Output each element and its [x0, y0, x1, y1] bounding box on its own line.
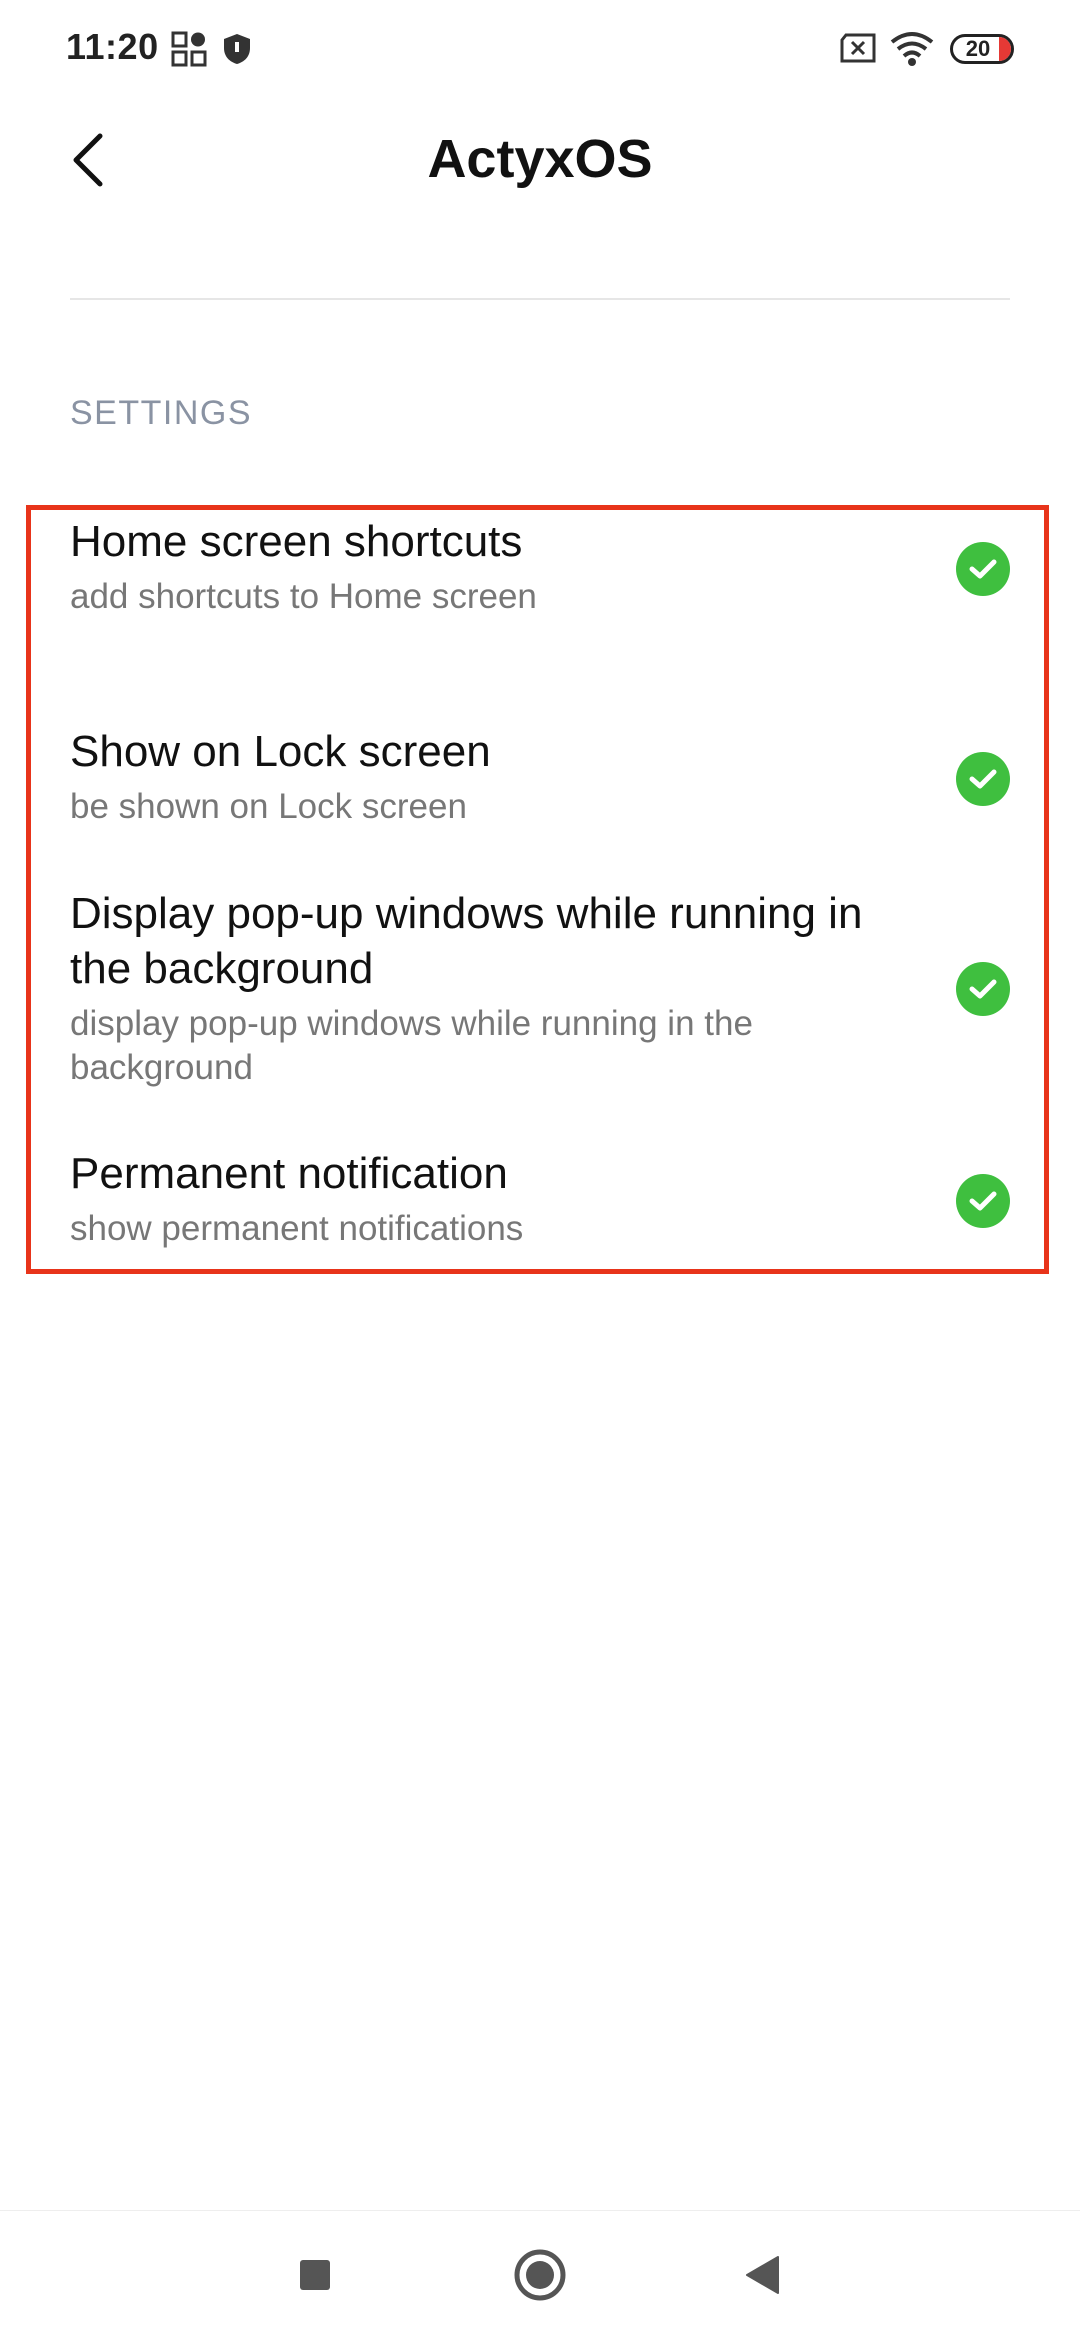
status-time: 11:20 — [66, 26, 159, 67]
recents-button[interactable] — [275, 2240, 355, 2310]
header-divider — [70, 298, 1010, 300]
home-button[interactable] — [500, 2240, 580, 2310]
wifi-icon — [890, 32, 934, 66]
nav-divider — [0, 2210, 1080, 2211]
shield-icon — [224, 34, 250, 64]
grid-apps-icon — [171, 31, 207, 67]
recents-square-icon — [300, 2260, 330, 2290]
page-title: ActyxOS — [427, 129, 653, 189]
home-circle-icon — [514, 2249, 566, 2301]
status-bar: 11:20 20 — [0, 0, 1080, 100]
no-sim-icon — [840, 33, 876, 63]
section-header: SETTINGS — [70, 394, 253, 432]
battery-indicator: 20 — [950, 34, 1014, 64]
highlight-box — [26, 505, 1049, 1274]
back-nav-button[interactable] — [722, 2240, 802, 2310]
battery-level-text: 20 — [965, 36, 991, 61]
back-triangle-icon — [746, 2256, 779, 2294]
